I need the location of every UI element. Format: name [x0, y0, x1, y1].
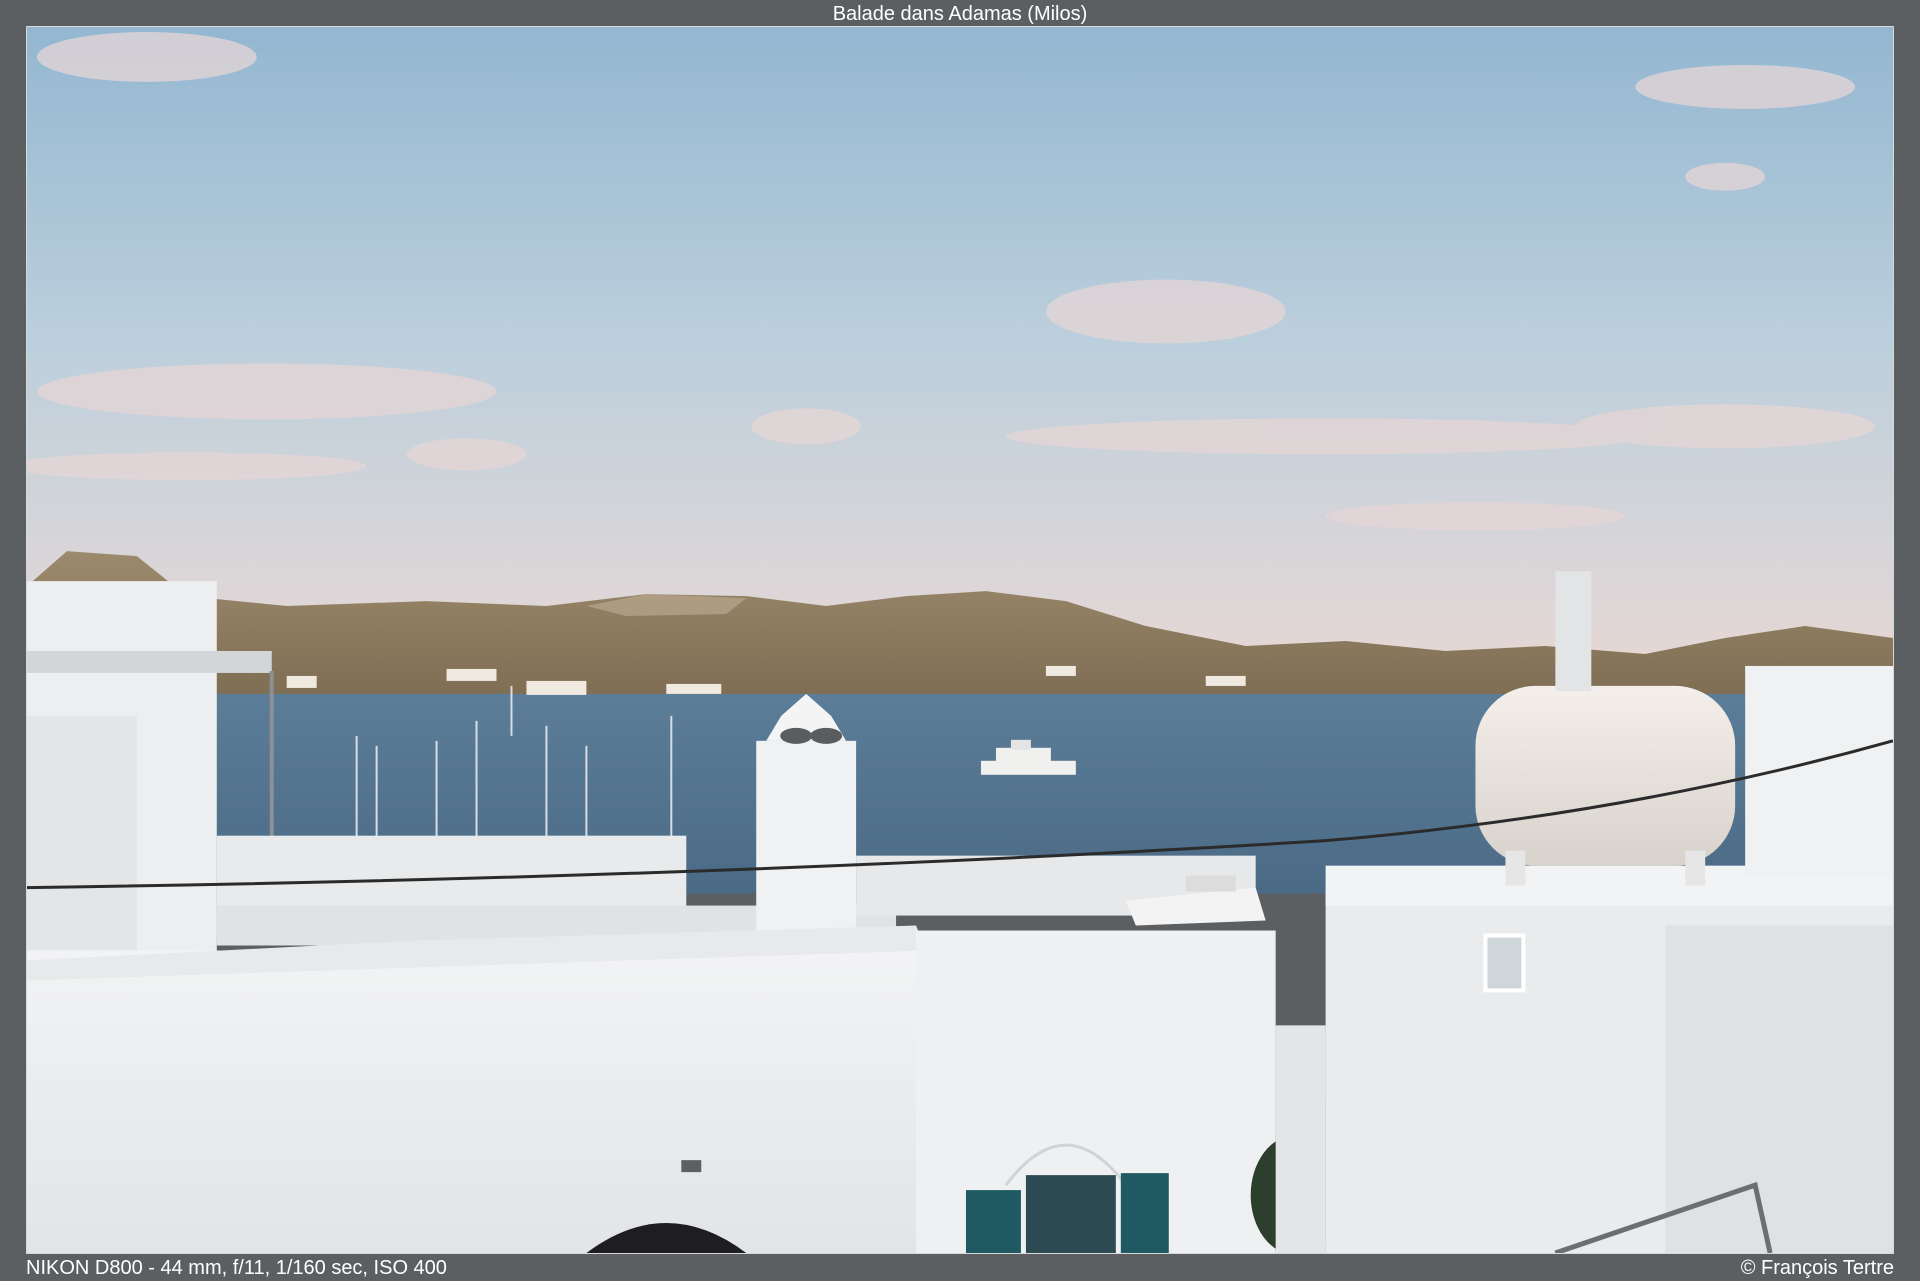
copyright-caption: © François Tertre [1740, 1257, 1894, 1279]
harbor-photo [27, 27, 1893, 1253]
exif-caption: NIKON D800 - 44 mm, f/11, 1/160 sec, ISO… [26, 1257, 447, 1279]
photograph [26, 26, 1894, 1254]
photo-title: Balade dans Adamas (Milos) [832, 3, 1088, 25]
